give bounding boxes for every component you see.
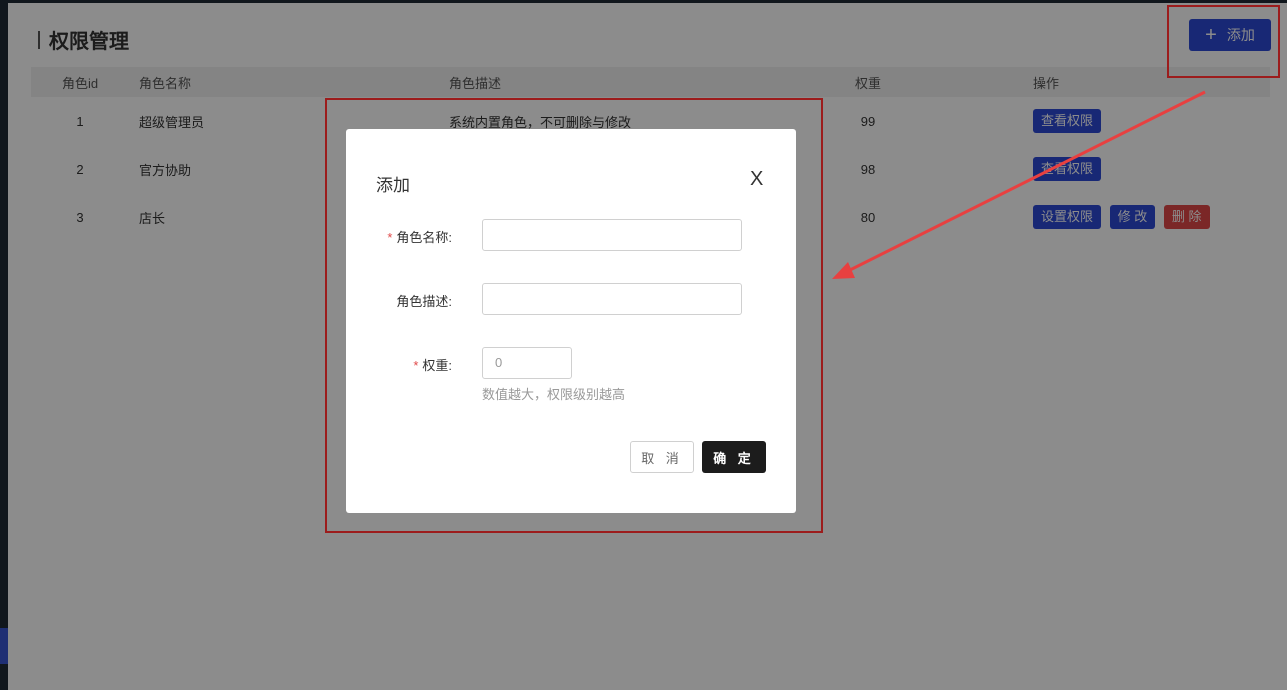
role-name-label: * 角色名称: bbox=[332, 227, 452, 246]
annotation-highlight-add-button bbox=[1167, 5, 1280, 78]
add-role-dialog: 添加 X * 角色名称: 角色描述: * 权重: 0 数值越大，权限级别越高 取 消… bbox=[346, 129, 796, 513]
required-mark: * bbox=[413, 358, 419, 373]
required-mark: * bbox=[387, 230, 393, 245]
weight-input[interactable]: 0 bbox=[482, 347, 572, 379]
weight-label: * 权重: bbox=[332, 355, 452, 374]
role-name-input[interactable] bbox=[482, 219, 742, 251]
role-desc-input[interactable] bbox=[482, 283, 742, 315]
weight-label-text: 权重: bbox=[422, 358, 452, 373]
cancel-button[interactable]: 取 消 bbox=[630, 441, 694, 473]
dialog-title: 添加 bbox=[376, 176, 410, 195]
role-desc-label: 角色描述: bbox=[396, 294, 452, 309]
role-name-label-text: 角色名称: bbox=[396, 230, 452, 245]
weight-hint: 数值越大，权限级别越高 bbox=[482, 387, 626, 402]
confirm-button[interactable]: 确 定 bbox=[702, 441, 766, 473]
close-icon[interactable]: X bbox=[750, 169, 763, 189]
